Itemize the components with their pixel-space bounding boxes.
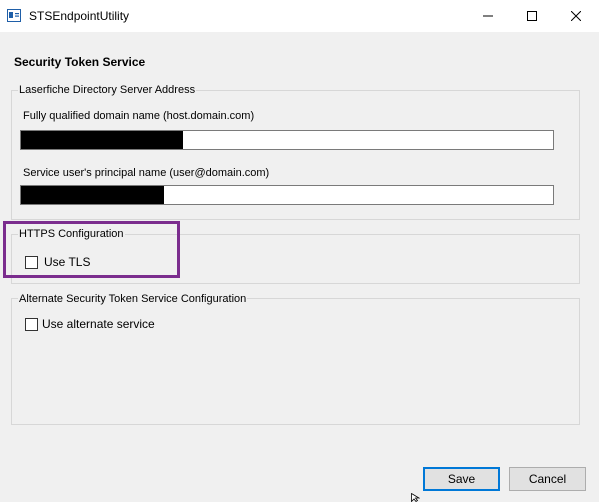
save-button[interactable]: Save xyxy=(423,467,500,491)
page-title: Security Token Service xyxy=(14,55,146,69)
maximize-icon xyxy=(527,11,537,21)
app-icon xyxy=(7,9,21,22)
mouse-cursor-icon xyxy=(411,493,420,502)
highlight-box xyxy=(3,221,180,278)
title-bar: STSEndpointUtility xyxy=(0,0,599,32)
fqdn-label: Fully qualified domain name (host.domain… xyxy=(23,110,255,122)
minimize-icon xyxy=(483,15,493,17)
fqdn-input[interactable] xyxy=(20,130,554,150)
maximize-button[interactable] xyxy=(509,0,555,32)
window-title: STSEndpointUtility xyxy=(29,9,130,23)
close-button[interactable] xyxy=(553,0,599,32)
redacted-text xyxy=(21,131,183,149)
minimize-button[interactable] xyxy=(465,0,511,32)
directory-server-legend: Laserfiche Directory Server Address xyxy=(18,84,197,96)
upn-label: Service user's principal name (user@doma… xyxy=(23,167,270,179)
use-alternate-checkbox[interactable] xyxy=(25,318,38,331)
cancel-button[interactable]: Cancel xyxy=(509,467,586,491)
use-alternate-label[interactable]: Use alternate service xyxy=(42,317,155,331)
redacted-text xyxy=(21,186,164,204)
alternate-legend: Alternate Security Token Service Configu… xyxy=(18,293,248,305)
upn-input[interactable] xyxy=(20,185,554,205)
close-icon xyxy=(571,11,581,21)
